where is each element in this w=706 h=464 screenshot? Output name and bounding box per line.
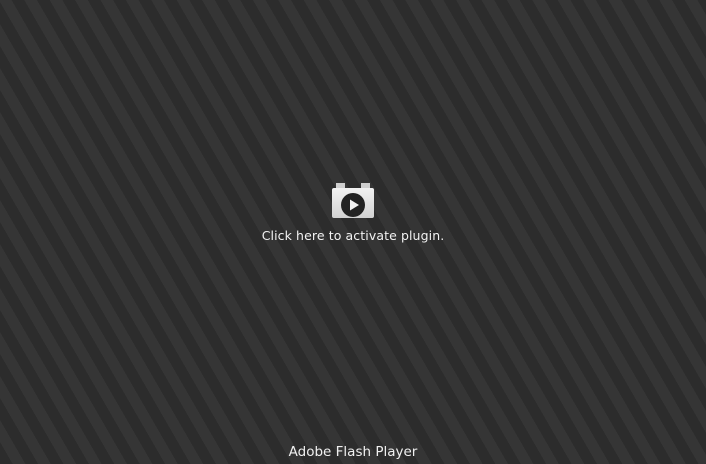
play-icon [341,193,365,217]
activate-plugin-button[interactable]: Click here to activate plugin. [0,183,706,243]
plugin-name-label: Adobe Flash Player [288,444,418,460]
plugin-play-icon[interactable] [332,183,374,219]
plugin-placeholder[interactable]: Click here to activate plugin. Adobe Fla… [0,0,706,464]
activate-plugin-label[interactable]: Click here to activate plugin. [0,228,706,243]
